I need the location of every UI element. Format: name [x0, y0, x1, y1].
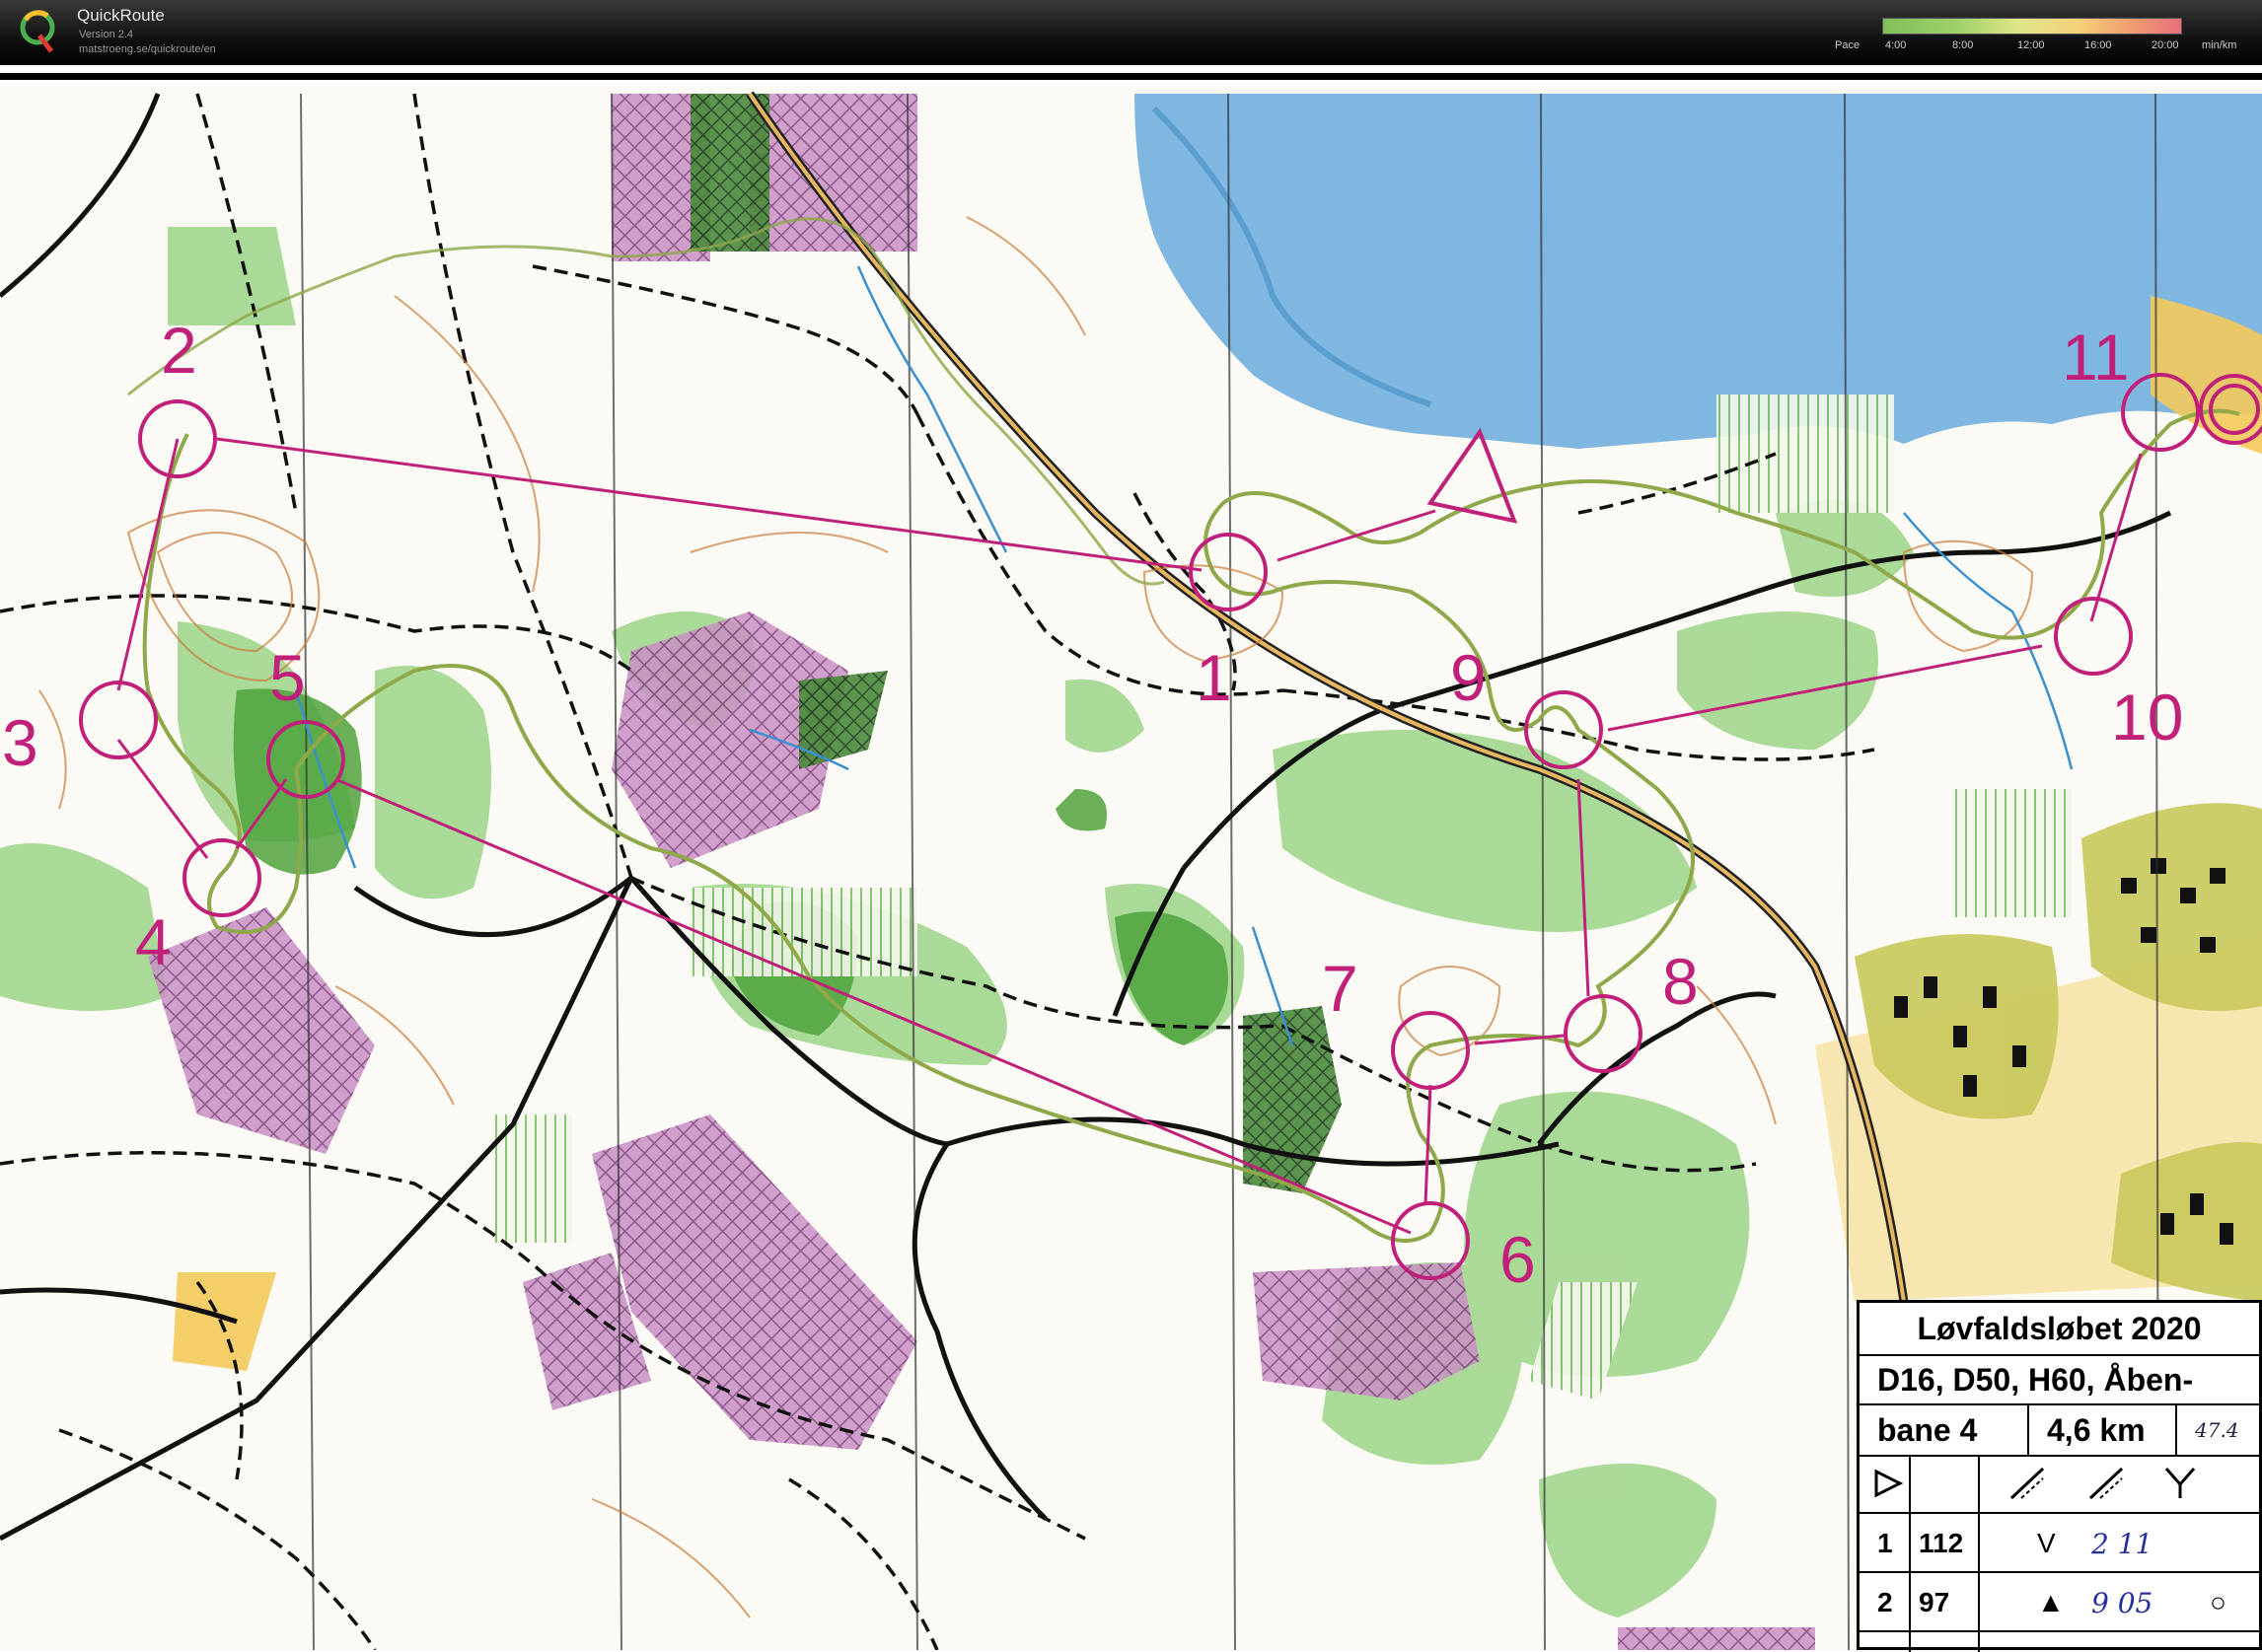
course-info: bane 4 4,6 km 47.4: [1860, 1405, 2259, 1457]
control-number: 1: [1196, 641, 1232, 714]
start-triangle-icon: [1874, 1469, 1903, 1498]
legend-divider: [1909, 1455, 1911, 1652]
event-classes: D16, D50, H60, Åben-: [1860, 1354, 2259, 1405]
control-code: 97: [1919, 1587, 1950, 1617]
app-title-bar: QuickRoute Version 2.4 matstroeng.se/qui…: [0, 0, 2262, 65]
control-number: 11: [2062, 321, 2130, 394]
control-row: 2 97 ▲ 9 05 ○: [1860, 1573, 2259, 1632]
control-num: 2: [1877, 1587, 1893, 1617]
app-version: Version 2.4: [79, 29, 134, 40]
control-code: 112: [1919, 1528, 1964, 1558]
control-row: 1 112 V 2 11: [1860, 1514, 2259, 1573]
course-legend: Løvfaldsløbet 2020 D16, D50, H60, Åben- …: [1857, 1300, 2262, 1652]
legend-divider: [2175, 1405, 2177, 1457]
pace-legend-label: Pace: [1835, 39, 1861, 51]
pace-tick: 12:00: [2017, 39, 2045, 51]
app-name: QuickRoute: [77, 6, 165, 25]
start-row: [1860, 1455, 2259, 1514]
app-url[interactable]: matstroeng.se/quickroute/en: [79, 43, 216, 55]
control-number: 4: [135, 905, 172, 978]
legend-divider: [2027, 1405, 2029, 1457]
split-time: 9 05: [2091, 1587, 2153, 1619]
path-symbol-icon: [2009, 1467, 2045, 1500]
pace-tick: 4:00: [1885, 39, 1907, 51]
lake: [1134, 94, 2262, 449]
control-number: 6: [1499, 1223, 1536, 1296]
control-num: 1: [1877, 1528, 1893, 1558]
pace-tick: 16:00: [2084, 39, 2112, 51]
event-title: Løvfaldsløbet 2020: [1860, 1303, 2259, 1356]
control-number: 8: [1662, 945, 1699, 1018]
pace-unit: min/km: [2202, 39, 2237, 51]
path-symbol-icon: [2088, 1467, 2124, 1500]
control-number: 3: [2, 706, 38, 779]
course-note: 47.4: [2195, 1418, 2239, 1442]
control-feature: ▲: [2037, 1587, 2065, 1617]
control-feature: V: [2037, 1528, 2056, 1558]
control-number: 2: [161, 314, 197, 387]
split-time: 2 11: [2091, 1528, 2153, 1560]
control-number: 7: [1322, 952, 1358, 1025]
control-number: 10: [2111, 681, 2183, 754]
control-number: 5: [269, 641, 306, 714]
course-length: 4,6 km: [2047, 1412, 2146, 1448]
control-extra: ○: [2210, 1587, 2226, 1617]
legend-divider: [1978, 1455, 1980, 1652]
header-divider: [0, 73, 2262, 80]
junction-symbol-icon: [2164, 1468, 2196, 1498]
pace-tick: 8:00: [1952, 39, 1974, 51]
pace-color-scale: [1882, 18, 2182, 35]
pace-tick: 20:00: [2152, 39, 2179, 51]
quickroute-logo-icon: [20, 10, 55, 53]
course-name: bane 4: [1877, 1412, 1978, 1448]
control-number: 9: [1450, 641, 1487, 714]
